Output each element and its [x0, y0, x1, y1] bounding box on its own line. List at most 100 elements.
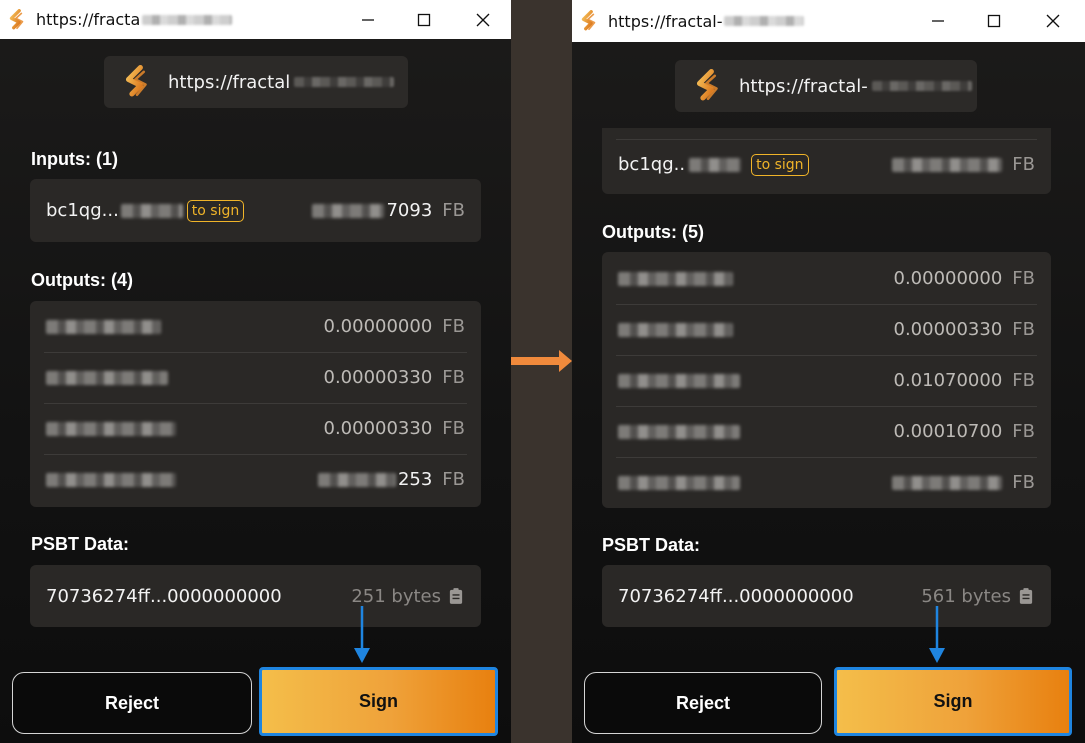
sign-button[interactable]: Sign	[834, 667, 1072, 736]
inputs-card-scrolled: bc1qg.. to sign FB	[602, 128, 1051, 194]
to-sign-badge: to sign	[186, 199, 245, 222]
redacted-address	[618, 475, 740, 490]
output-row: FB	[602, 457, 1051, 508]
left-title-bar: https://fracta	[0, 0, 511, 39]
output-amount: 0.00000330	[893, 319, 1003, 340]
output-row: 253 FB	[30, 454, 481, 505]
redacted-address	[618, 322, 733, 337]
amount-unit: FB	[1012, 319, 1035, 340]
amount-unit: FB	[442, 316, 465, 337]
input-amount: FB	[892, 154, 1035, 175]
clipboard-icon[interactable]	[1019, 587, 1033, 605]
output-row: 0.00000000 FB	[602, 253, 1051, 304]
output-row: 0.00010700 FB	[602, 406, 1051, 457]
psbt-hex: 70736274ff...0000000000	[46, 585, 282, 607]
redacted-amount	[892, 475, 1003, 490]
psbt-size-text: 251 bytes	[351, 585, 441, 607]
minimize-icon[interactable]	[915, 0, 961, 42]
psbt-card: 70736274ff...0000000000 561 bytes	[602, 565, 1051, 627]
maximize-icon[interactable]	[971, 0, 1017, 42]
output-amount: 0.00010700	[893, 421, 1003, 442]
row-divider	[616, 139, 1037, 140]
output-amount: 253	[397, 469, 433, 490]
output-amount: 0.00000330	[323, 418, 433, 439]
redacted-address	[46, 472, 176, 487]
reject-button[interactable]: Reject	[12, 672, 252, 734]
maximize-icon[interactable]	[401, 0, 447, 39]
amount-unit: FB	[442, 200, 465, 221]
redacted-address	[618, 271, 733, 286]
output-row: 0.00000330 FB	[30, 403, 481, 454]
input-amount-text: 7093	[386, 200, 433, 221]
output-amount: 0.00000000	[893, 268, 1003, 289]
amount-unit: FB	[442, 367, 465, 388]
fractal-s-logo-icon	[6, 9, 28, 31]
outputs-heading: Outputs: (5)	[602, 222, 704, 242]
psbt-heading: PSBT Data:	[602, 535, 701, 555]
input-address: bc1qg.. to sign	[618, 153, 809, 176]
amount-unit: FB	[1012, 268, 1035, 289]
redacted-url-segment	[142, 14, 233, 25]
outputs-heading: Outputs: (4)	[31, 270, 133, 290]
site-url: https://fractal	[168, 71, 291, 93]
to-sign-badge: to sign	[751, 153, 809, 176]
output-row: 0.01070000 FB	[602, 355, 1051, 406]
amount-unit: FB	[1012, 421, 1035, 442]
redacted-url-segment	[724, 16, 805, 26]
redacted-address	[46, 370, 168, 385]
psbt-size: 251 bytes	[351, 586, 463, 607]
inputs-heading: Inputs: (1)	[31, 149, 118, 169]
output-row: 0.00000330 FB	[30, 352, 481, 403]
left-window-title: https://fracta	[36, 10, 141, 29]
amount-unit: FB	[1012, 154, 1035, 175]
site-url: https://fractal-	[739, 75, 868, 97]
input-row: bc1qg.. to sign FB	[602, 139, 1051, 190]
redacted-address	[618, 373, 740, 388]
outputs-card: 0.00000000 FB 0.00000330 FB 0.01070000 FB 0…	[602, 252, 1051, 508]
minimize-icon[interactable]	[345, 0, 391, 39]
sign-button-label: Sign	[933, 691, 973, 711]
sign-button-label: Sign	[359, 691, 398, 711]
output-row: 0.00000000 FB	[30, 301, 481, 352]
redacted-amount	[892, 157, 1003, 172]
redacted-url-segment	[294, 77, 395, 87]
left-sign-window: https://fracta https://fractal Inputs: (…	[0, 0, 511, 743]
site-origin-pill: https://fractal	[104, 56, 408, 108]
redacted-address	[46, 319, 161, 334]
clipboard-icon[interactable]	[449, 587, 463, 605]
right-title-bar: https://fractal-	[572, 0, 1085, 42]
output-amount: 0.00000330	[323, 367, 433, 388]
psbt-size-text: 561 bytes	[921, 585, 1011, 607]
reject-button[interactable]: Reject	[584, 672, 822, 734]
site-origin-pill: https://fractal-	[675, 60, 977, 112]
output-amount: 0.00000000	[323, 316, 433, 337]
redacted-amount	[312, 203, 385, 218]
input-address-text: bc1qg..	[618, 154, 686, 175]
output-amount: 0.01070000	[893, 370, 1003, 391]
redacted-address	[618, 424, 740, 439]
input-amount: 7093 FB	[312, 200, 465, 221]
psbt-size: 561 bytes	[921, 586, 1033, 607]
redacted-url-segment	[871, 81, 972, 91]
redacted-amount	[317, 472, 396, 487]
amount-unit: FB	[1012, 370, 1035, 391]
amount-unit: FB	[442, 418, 465, 439]
redacted-address	[689, 157, 742, 172]
amount-unit: FB	[442, 469, 465, 490]
output-row: 0.00000330 FB	[602, 304, 1051, 355]
sign-button[interactable]: Sign	[259, 667, 498, 736]
arrow-down-icon	[929, 606, 945, 663]
transition-arrow-icon	[511, 350, 572, 372]
fractal-s-logo-icon	[691, 69, 725, 103]
psbt-hex: 70736274ff...0000000000	[618, 585, 854, 607]
psbt-card: 70736274ff...0000000000 251 bytes	[30, 565, 481, 627]
fractal-s-logo-icon	[578, 10, 600, 32]
amount-unit: FB	[1012, 472, 1035, 493]
close-icon[interactable]	[460, 0, 506, 39]
outputs-card: 0.00000000 FB 0.00000330 FB 0.00000330 FB 2…	[30, 301, 481, 507]
input-amount-value: 7093	[312, 200, 432, 221]
redacted-address	[46, 421, 176, 436]
inputs-card: bc1qg... to sign 7093 FB	[30, 179, 481, 242]
right-sign-window: https://fractal- https://fractal- bc1qg.…	[572, 0, 1085, 743]
close-icon[interactable]	[1030, 0, 1076, 42]
